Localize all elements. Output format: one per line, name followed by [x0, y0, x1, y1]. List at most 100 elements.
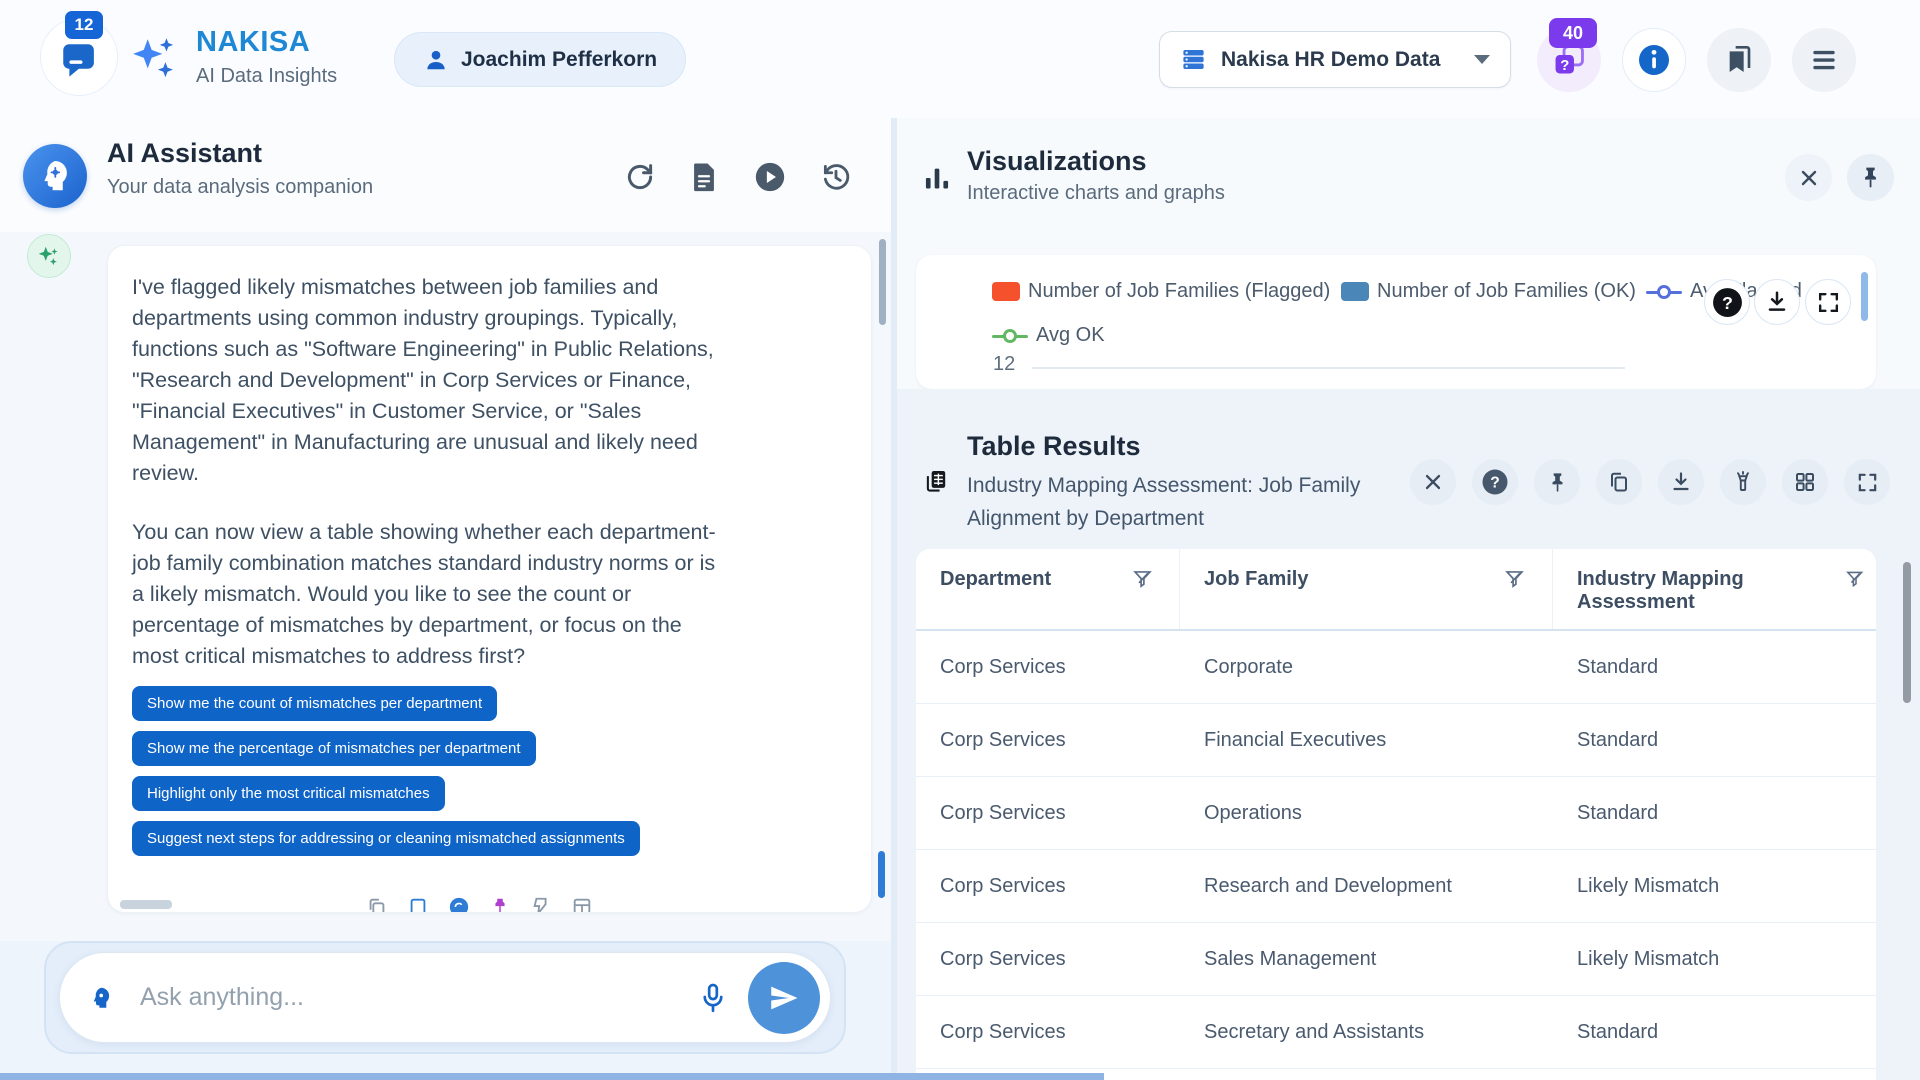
chart-fullscreen-button[interactable]	[1805, 279, 1851, 325]
table-layout-button[interactable]	[1782, 459, 1828, 505]
suggestion-button[interactable]: Show me the count of mismatches per depa…	[132, 686, 498, 721]
assistant-message: I've flagged likely mismatches between j…	[107, 245, 872, 913]
table-row[interactable]: Corp Services Research and Development Lik…	[916, 850, 1876, 923]
message-avatar	[27, 234, 71, 278]
table-row[interactable]: Corp Services Financial Executives Standar…	[916, 704, 1876, 777]
table-row[interactable]: Corp Services Operations Standard	[916, 777, 1876, 850]
refresh-icon[interactable]	[448, 896, 470, 913]
table-icon[interactable]	[571, 896, 593, 913]
chart-download-button[interactable]	[1754, 279, 1800, 325]
pin-visualizations-button[interactable]	[1847, 154, 1894, 201]
y-axis-tick: 12	[993, 353, 1016, 375]
assistant-avatar	[23, 144, 87, 208]
timestamp-cutoff	[120, 900, 172, 909]
dataset-name: Nakisa HR Demo Data	[1221, 47, 1441, 71]
panel-scrollbar[interactable]	[1903, 562, 1911, 703]
table-toolbar: ?	[1410, 459, 1890, 505]
ask-input-pill	[59, 952, 831, 1043]
filter-icon[interactable]	[1845, 568, 1864, 589]
pin-icon[interactable]	[489, 896, 511, 913]
question-icon: ?	[1482, 469, 1508, 495]
suggestion-button[interactable]: Suggest next steps for addressing or cle…	[132, 821, 640, 856]
input-zone	[0, 941, 891, 1080]
visualizations-title: Visualizations	[967, 146, 1147, 176]
column-header: Industry Mapping Assessment	[1577, 568, 1744, 613]
table-row[interactable]: Corp Services Secretary and Assistants Sta…	[916, 996, 1876, 1069]
fullscreen-icon	[1858, 473, 1876, 491]
person-icon	[427, 50, 445, 69]
data-list-icon	[1183, 50, 1204, 69]
legend-marker-avg-flagged	[1646, 284, 1682, 299]
app-logo[interactable]: 12	[40, 11, 118, 96]
close-visualizations-button[interactable]	[1785, 154, 1832, 201]
user-menu-button[interactable]: Joachim Pefferkorn	[394, 32, 687, 87]
refresh-icon[interactable]	[623, 160, 657, 194]
chart-help-button[interactable]: ?	[1704, 279, 1750, 325]
table-insights-button[interactable]	[1720, 459, 1766, 505]
legend-label: Number of Job Families (OK)	[1377, 280, 1636, 302]
send-button[interactable]	[748, 961, 820, 1034]
help-badge: 40	[1549, 18, 1597, 48]
history-icon[interactable]	[819, 160, 853, 194]
close-icon	[1801, 170, 1816, 185]
bookmarks-button[interactable]	[1707, 28, 1771, 92]
ask-input[interactable]	[140, 983, 696, 1012]
help-stack-icon: ?	[1555, 45, 1584, 74]
save-icon[interactable]	[407, 896, 429, 913]
chart-card: Number of Job Families (Flagged) Number …	[916, 255, 1876, 389]
suggestion-button[interactable]: Show me the percentage of mismatches per…	[132, 731, 536, 766]
filter-icon[interactable]	[1132, 568, 1153, 589]
legend-item[interactable]: Number of Job Families (OK)	[1341, 280, 1636, 303]
legend-item[interactable]: Avg OK	[992, 324, 1105, 347]
column-header: Department	[940, 568, 1052, 590]
fullscreen-icon	[1818, 292, 1838, 312]
play-icon[interactable]	[753, 160, 787, 194]
message-scrollbar[interactable]	[878, 851, 885, 898]
legend-item[interactable]: Number of Job Families (Flagged)	[992, 280, 1330, 303]
filter-icon[interactable]	[1504, 568, 1525, 589]
pin-icon	[1552, 472, 1562, 492]
assistant-subtitle: Your data analysis companion	[107, 176, 374, 198]
legend-swatch-flagged	[992, 282, 1020, 301]
info-icon	[1639, 45, 1669, 75]
grid-icon	[1796, 473, 1814, 491]
help-button[interactable]: ? 40	[1537, 18, 1601, 92]
column-header: Job Family	[1204, 568, 1309, 590]
visualizations-panel: Visualizations Interactive charts and gr…	[897, 118, 1920, 1080]
table-help-button[interactable]: ?	[1472, 459, 1518, 505]
table-close-button[interactable]	[1410, 459, 1456, 505]
question-icon: ?	[1712, 287, 1742, 317]
unread-badge: 12	[65, 11, 103, 39]
gridline	[1032, 367, 1625, 369]
input-container	[44, 941, 846, 1054]
thumbs-down-icon[interactable]	[530, 896, 552, 913]
chat-scrollbar[interactable]	[879, 239, 886, 325]
message-paragraph: I've flagged likely mismatches between j…	[132, 275, 714, 485]
sparkles-icon	[133, 38, 174, 78]
table-results-icon	[926, 471, 946, 492]
table-row[interactable]: Corp Services Sales Management Likely Mism…	[916, 923, 1876, 996]
table-pin-button[interactable]	[1534, 459, 1580, 505]
suggestion-button[interactable]: Highlight only the most critical mismatc…	[132, 776, 445, 811]
message-footer	[108, 894, 871, 913]
table-fullscreen-button[interactable]	[1844, 459, 1890, 505]
dataset-selector[interactable]: Nakisa HR Demo Data	[1159, 31, 1511, 88]
table-copy-button[interactable]	[1596, 459, 1642, 505]
mic-icon[interactable]	[696, 981, 730, 1015]
table-row[interactable]: Corp Services Corporate Standard	[916, 631, 1876, 704]
brand-name: NAKISA	[196, 26, 311, 58]
document-icon[interactable]	[687, 160, 721, 194]
info-button[interactable]	[1622, 28, 1686, 92]
legend-label: Number of Job Families (Flagged)	[1028, 280, 1331, 302]
svg-text:?: ?	[1560, 58, 1569, 74]
menu-button[interactable]	[1792, 28, 1856, 92]
table-header-row: Department Job Family Industry Mapping A…	[916, 549, 1876, 631]
chevron-down-icon	[1474, 55, 1490, 64]
ai-head-icon	[44, 160, 67, 191]
table-download-button[interactable]	[1658, 459, 1704, 505]
chart-scrollbar[interactable]	[1861, 272, 1868, 321]
sparkles-icon	[38, 246, 58, 266]
table-results-title: Table Results	[967, 431, 1141, 461]
copy-icon[interactable]	[366, 896, 388, 913]
pin-icon	[1865, 167, 1876, 188]
